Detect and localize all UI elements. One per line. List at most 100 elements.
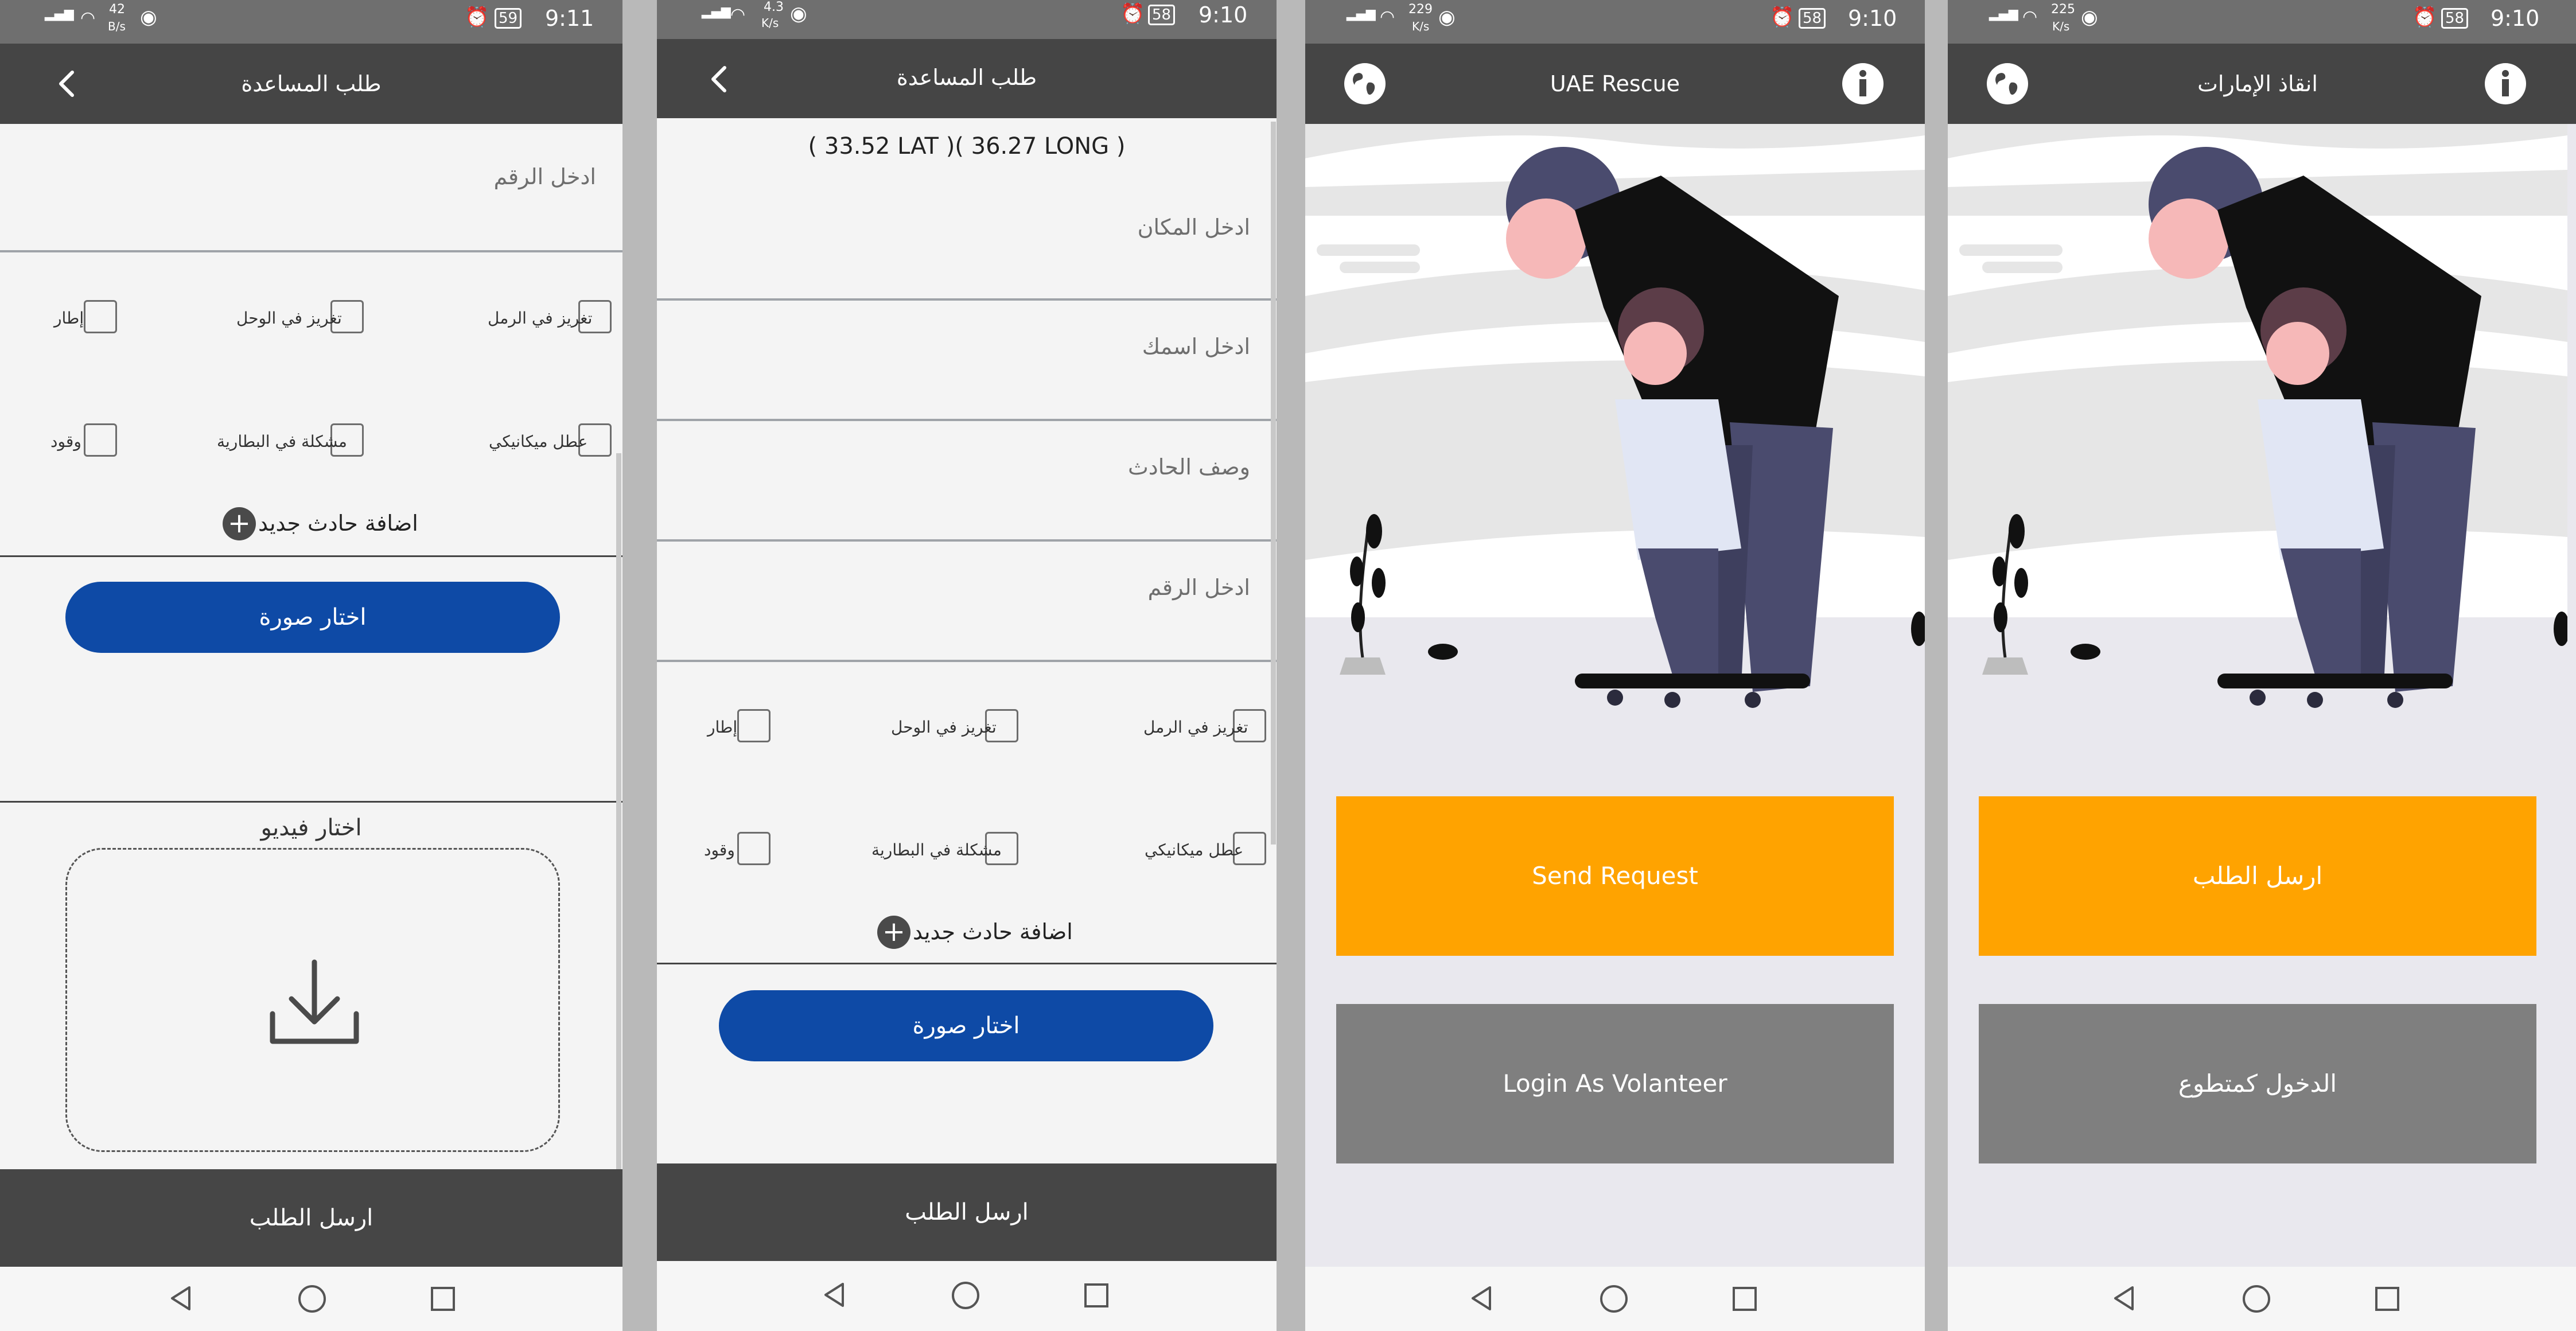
eye-icon: ◉ <box>2081 6 2098 29</box>
add-incident-label: اضافة حادث جديد <box>913 919 1073 944</box>
system-nav-bar <box>1305 1267 1925 1331</box>
signal-icon: ▂▄▆ <box>702 5 731 19</box>
place-placeholder: ادخل المكان <box>1137 215 1250 240</box>
nav-home-icon[interactable] <box>951 1281 980 1310</box>
wifi-icon: ◠ <box>730 5 746 25</box>
clock: 9:10 <box>1848 6 1897 31</box>
screen-home-english: ▂▄▆ ◠ 229 K/s ◉ ⏰ 58 9:10 UAE Rescue Sen… <box>1305 0 1925 1331</box>
father-child-illustration <box>1305 124 1925 732</box>
checkbox-tire-label: إطار <box>54 309 84 328</box>
wifi-icon: ◠ <box>80 8 96 28</box>
nav-recents-icon[interactable] <box>429 1285 457 1313</box>
net-unit: K/s <box>2052 20 2070 33</box>
nav-home-icon[interactable] <box>2242 1284 2271 1314</box>
signal-icon: ▂▄▆ <box>1989 7 2018 21</box>
name-field[interactable]: ادخل اسمك <box>657 298 1277 421</box>
signal-icon: ▂▄▆ <box>1347 7 1376 21</box>
add-incident-button[interactable]: + اضافة حادث جديد <box>223 507 429 542</box>
download-icon <box>266 956 363 1054</box>
name-placeholder: ادخل اسمك <box>1142 334 1250 359</box>
checkbox-mechanical-label: عطل ميكانيكي <box>489 432 588 451</box>
screen-home-arabic: ▂▄▆ ◠ 225 K/s ◉ ⏰ 58 9:10 انقاذ الإمارات <box>1948 0 2576 1331</box>
nav-home-icon[interactable] <box>297 1284 327 1314</box>
divider <box>657 963 1277 964</box>
alarm-icon: ⏰ <box>2412 6 2437 29</box>
net-speed: 229 <box>1408 2 1433 17</box>
send-request-button[interactable]: ارسل الطلب <box>1979 796 2536 956</box>
checkbox-tire-label: إطار <box>707 718 738 737</box>
app-bar: انقاذ الإمارات <box>1948 44 2576 124</box>
number-field[interactable]: ادخل الرقم <box>657 539 1277 662</box>
status-bar: ▂▄▆ ◠ 225 K/s ◉ ⏰ 58 9:10 <box>1948 0 2576 44</box>
divider <box>0 801 622 803</box>
screen-request-form-scrolled: ▂▄▆ ◠ 42 B/s ◉ ⏰ 59 9:11 طلب المساعدة اد… <box>0 0 622 1331</box>
scrollbar[interactable] <box>616 453 621 1170</box>
nav-back-icon[interactable] <box>2110 1284 2138 1313</box>
wifi-icon: ◠ <box>1380 7 1395 27</box>
plus-icon: + <box>877 916 910 949</box>
number-placeholder: ادخل الرقم <box>493 164 596 189</box>
battery-level: 58 <box>1148 5 1176 25</box>
nav-back-icon[interactable] <box>166 1284 195 1313</box>
nav-recents-icon[interactable] <box>1083 1282 1110 1309</box>
choose-image-button[interactable]: اختار صورة <box>65 582 560 653</box>
status-bar: ▂▄▆ ◠ 42 B/s ◉ ⏰ 59 9:11 <box>0 0 622 44</box>
checkbox-sand-label: تغريز في الرمل <box>488 309 593 328</box>
eye-icon: ◉ <box>790 2 807 25</box>
nav-recents-icon[interactable] <box>2373 1285 2401 1313</box>
nav-home-icon[interactable] <box>1599 1284 1629 1314</box>
clock: 9:10 <box>2491 6 2540 31</box>
checkbox-fuel-label: وقود <box>50 432 81 451</box>
wifi-icon: ◠ <box>2022 7 2038 27</box>
submit-button[interactable]: ارسل الطلب <box>657 1163 1277 1261</box>
send-request-button[interactable]: Send Request <box>1336 796 1894 956</box>
login-volunteer-button[interactable]: Login As Volanteer <box>1336 1004 1894 1163</box>
alarm-icon: ⏰ <box>1770 6 1795 29</box>
alarm-icon: ⏰ <box>1120 2 1145 25</box>
app-bar: طلب المساعدة <box>0 44 622 124</box>
login-volunteer-button[interactable]: الدخول كمتطوع <box>1979 1004 2536 1163</box>
battery-level: 58 <box>1799 8 1826 29</box>
scrollbar[interactable] <box>1271 122 1276 844</box>
checkbox-sand-label: تغريز في الرمل <box>1143 718 1248 737</box>
net-speed: 225 <box>2051 2 2075 17</box>
description-field[interactable]: وصف الحادث <box>657 419 1277 542</box>
screen-request-form: ▂▄▆ ◠ 4.3 K/s ◉ ⏰ 58 9:10 طلب المساعدة (… <box>657 0 1277 1331</box>
place-field[interactable]: ادخل المكان <box>657 178 1277 301</box>
eye-icon: ◉ <box>140 6 157 29</box>
add-incident-button[interactable]: + اضافة حادث جديد <box>877 916 1084 950</box>
checkbox-fuel[interactable] <box>84 423 117 457</box>
coordinates-text: ( 33.52 LAT )( 36.27 LONG ) <box>808 133 1126 159</box>
net-speed: 42 <box>109 2 125 17</box>
checkbox-mechanical-label: عطل ميكانيكي <box>1145 840 1244 859</box>
app-bar: UAE Rescue <box>1305 44 1925 124</box>
divider <box>0 555 622 557</box>
nav-back-icon[interactable] <box>820 1281 849 1309</box>
net-unit: B/s <box>108 20 126 33</box>
status-bar: ▂▄▆ ◠ 229 K/s ◉ ⏰ 58 9:10 <box>1305 0 1925 44</box>
page-title: طلب المساعدة <box>241 71 382 96</box>
video-drop-zone[interactable] <box>65 848 560 1152</box>
checkbox-tire[interactable] <box>737 709 771 742</box>
battery-level: 59 <box>495 8 522 29</box>
system-nav-bar <box>657 1261 1277 1331</box>
nav-recents-icon[interactable] <box>1731 1285 1758 1313</box>
clock: 9:11 <box>545 6 594 31</box>
plus-icon: + <box>223 507 256 540</box>
submit-button[interactable]: ارسل الطلب <box>0 1169 622 1267</box>
number-field[interactable]: ادخل الرقم <box>0 127 622 252</box>
choose-video-label: اختار فيديو <box>260 815 362 841</box>
checkbox-tire[interactable] <box>84 300 117 333</box>
app-bar: طلب المساعدة <box>657 39 1277 118</box>
info-icon[interactable] <box>1841 62 1885 106</box>
nav-back-icon[interactable] <box>1467 1284 1496 1313</box>
page-title: انقاذ الإمارات <box>2197 71 2318 96</box>
status-bar: ▂▄▆ ◠ 4.3 K/s ◉ ⏰ 58 9:10 <box>657 0 1277 39</box>
choose-image-button[interactable]: اختار صورة <box>719 990 1213 1061</box>
number-placeholder: ادخل الرقم <box>1147 575 1250 600</box>
checkbox-mud-label: تغريز في الوحل <box>891 718 997 737</box>
checkbox-fuel[interactable] <box>737 832 771 865</box>
eye-icon: ◉ <box>1438 6 1456 29</box>
info-icon[interactable] <box>2484 62 2527 106</box>
signal-icon: ▂▄▆ <box>45 7 74 21</box>
